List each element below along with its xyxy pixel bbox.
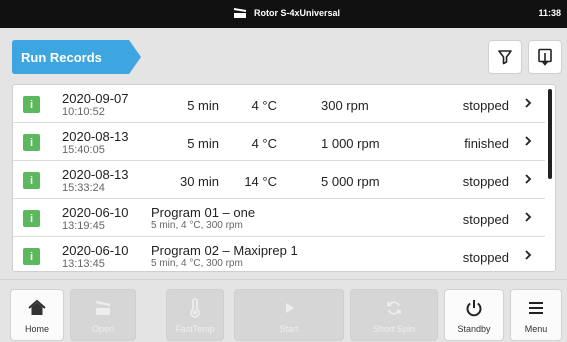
- start-button[interactable]: Start: [234, 289, 344, 341]
- info-icon[interactable]: i: [23, 210, 40, 227]
- page-title: Run Records: [21, 50, 102, 65]
- record-time: 15:40:05: [62, 144, 105, 156]
- record-duration: 5 min: [187, 136, 219, 151]
- record-status: stopped: [462, 212, 509, 227]
- chevron-right-icon[interactable]: [523, 210, 533, 224]
- scrollbar[interactable]: [548, 89, 552, 179]
- record-program-name: Program 01 – one: [151, 205, 256, 220]
- list-item[interactable]: i 2020-09-07 10:10:52 5 min 4 °C 300 rpm…: [13, 85, 545, 123]
- standby-button[interactable]: Standby: [444, 289, 504, 341]
- record-temperature: 4 °C: [251, 98, 277, 113]
- info-icon[interactable]: i: [23, 134, 40, 151]
- record-speed: 1 000 rpm: [321, 136, 380, 151]
- rotor-name: Rotor S-4xUniversal: [254, 8, 341, 18]
- record-program-detail: 5 min, 4 °C, 300 rpm: [151, 220, 243, 231]
- record-duration: 30 min: [179, 174, 219, 189]
- record-program-name: Program 02 – Maxiprep 1: [151, 243, 298, 258]
- record-status: stopped: [462, 98, 509, 113]
- header: Run Records: [0, 28, 567, 84]
- chevron-right-icon[interactable]: [523, 172, 533, 186]
- info-icon[interactable]: i: [23, 172, 40, 189]
- open-label: Open: [91, 324, 115, 334]
- short-spin-label: Short Spin: [372, 324, 416, 334]
- standby-label: Standby: [457, 324, 491, 334]
- filter-button[interactable]: [488, 40, 522, 74]
- list-item[interactable]: i 2020-06-10 13:13:45 Program 02 – Maxip…: [13, 237, 545, 271]
- record-status: stopped: [462, 174, 509, 189]
- record-time: 13:13:45: [62, 258, 105, 270]
- lid-open-icon: [95, 300, 111, 315]
- record-status: stopped: [462, 250, 509, 265]
- record-program-detail: 5 min, 4 °C, 300 rpm: [151, 258, 243, 269]
- record-speed: 5 000 rpm: [321, 174, 380, 189]
- info-icon[interactable]: i: [23, 248, 40, 265]
- play-icon: [286, 303, 294, 313]
- hamburger-menu-icon: [529, 302, 543, 314]
- export-icon: [538, 48, 552, 66]
- fasttemp-label: FastTemp: [175, 324, 215, 334]
- record-time: 10:10:52: [62, 106, 105, 118]
- power-icon: [466, 300, 482, 317]
- record-temperature: 14 °C: [244, 174, 277, 189]
- short-spin-icon: [387, 301, 401, 315]
- run-records-list[interactable]: i 2020-09-07 10:10:52 5 min 4 °C 300 rpm…: [12, 84, 556, 272]
- short-spin-button[interactable]: Short Spin: [350, 289, 438, 341]
- bottom-nav: Home Open FastTemp Start Short Spin Stan…: [0, 279, 567, 342]
- record-speed: 300 rpm: [321, 98, 369, 113]
- status-bar: Rotor S-4xUniversal 11:38: [0, 0, 567, 28]
- record-time: 13:19:45: [62, 220, 105, 232]
- home-icon: [28, 299, 46, 315]
- menu-label: Menu: [524, 324, 548, 334]
- record-date: 2020-06-10: [62, 243, 129, 258]
- record-temperature: 4 °C: [251, 136, 277, 151]
- filter-icon: [498, 50, 512, 65]
- list-item[interactable]: i 2020-08-13 15:33:24 30 min 14 °C 5 000…: [13, 161, 545, 199]
- record-date: 2020-08-13: [62, 129, 129, 144]
- clock: 11:38: [538, 8, 561, 18]
- list-item[interactable]: i 2020-08-13 15:40:05 5 min 4 °C 1 000 r…: [13, 123, 545, 161]
- home-button[interactable]: Home: [10, 289, 64, 341]
- record-date: 2020-09-07: [62, 91, 129, 106]
- chevron-right-icon[interactable]: [523, 248, 533, 262]
- lid-closed-icon: [233, 8, 247, 18]
- export-button[interactable]: [528, 40, 562, 74]
- record-time: 15:33:24: [62, 182, 105, 194]
- thermometer-icon: [190, 298, 200, 318]
- record-date: 2020-08-13: [62, 167, 129, 182]
- info-icon[interactable]: i: [23, 96, 40, 113]
- chevron-right-icon[interactable]: [523, 96, 533, 110]
- menu-button[interactable]: Menu: [510, 289, 562, 341]
- chevron-right-icon[interactable]: [523, 134, 533, 148]
- start-label: Start: [279, 324, 299, 334]
- fasttemp-button[interactable]: FastTemp: [166, 289, 224, 341]
- home-label: Home: [24, 324, 49, 334]
- list-item[interactable]: i 2020-06-10 13:19:45 Program 01 – one 5…: [13, 199, 545, 237]
- open-button[interactable]: Open: [70, 289, 136, 341]
- record-status: finished: [464, 136, 509, 151]
- record-duration: 5 min: [187, 98, 219, 113]
- record-date: 2020-06-10: [62, 205, 129, 220]
- page-title-tab: Run Records: [12, 40, 142, 74]
